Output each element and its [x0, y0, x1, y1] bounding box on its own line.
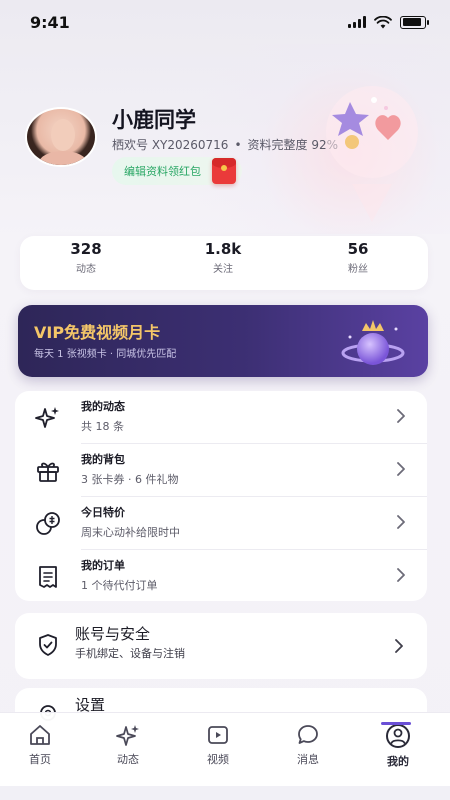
- menu-item-subtitle: 1 个待代付订单: [81, 579, 158, 592]
- avatar[interactable]: [25, 107, 97, 167]
- crown-orb-icon: [341, 320, 405, 365]
- meta-separator: •: [234, 138, 242, 152]
- bottom-safe-area: [0, 786, 450, 800]
- menu-item-title: 我的动态: [81, 400, 125, 413]
- sparkle-icon: [35, 407, 59, 428]
- tab-label: 视频: [207, 753, 229, 766]
- shield-icon: [39, 634, 57, 656]
- edit-profile-chip-label: 编辑资料领红包: [124, 165, 201, 178]
- stat-value: 56: [347, 240, 369, 258]
- chevron-right-icon: [397, 462, 405, 476]
- user-meta: 栖欢号 XY20260716 • 资料完整度 92%: [112, 136, 338, 153]
- account-security-subtitle: 手机绑定、设备与注销: [75, 647, 185, 660]
- menu-item-title: 我的背包: [81, 453, 125, 466]
- menu-card: 我的动态 共 18 条 我的背包 3 张卡券 · 6 件礼物 今日特价 周末心动…: [15, 391, 427, 601]
- menu-item-subtitle: 3 张卡券 · 6 件礼物: [81, 473, 179, 486]
- tab-label: 动态: [117, 753, 139, 766]
- user-id: 栖欢号 XY20260716: [112, 138, 229, 152]
- red-packet-icon[interactable]: [212, 158, 236, 184]
- tab-profile[interactable]: 我的: [363, 723, 433, 769]
- screen: 9:41 小鹿同学 栖欢号 XY20260716 • 资料完整度 92% 编辑资料领…: [0, 0, 450, 800]
- signal-icon: [348, 16, 366, 28]
- stat-followers[interactable]: 56 粉丝: [318, 240, 398, 275]
- vip-title: VIP免费视频月卡: [34, 323, 161, 342]
- stat-value: 328: [70, 240, 102, 258]
- battery-icon: [400, 15, 429, 29]
- stat-following[interactable]: 1.8k 关注: [183, 240, 263, 275]
- chevron-right-icon: [397, 409, 405, 423]
- star-heart-decoration-icon: [326, 86, 418, 222]
- active-tab-indicator: [381, 722, 411, 725]
- menu-item-my-posts[interactable]: 我的动态 共 18 条: [15, 391, 427, 443]
- tab-label: 首页: [29, 753, 51, 766]
- video-icon: [208, 726, 228, 744]
- tab-home[interactable]: 首页: [5, 723, 75, 767]
- wifi-icon: [374, 15, 392, 28]
- stat-label: 动态: [76, 264, 96, 275]
- battery-level: [402, 18, 422, 26]
- stat-label: 关注: [213, 264, 233, 275]
- avatar-shoulder: [39, 151, 87, 165]
- stats-card: 328 动态 1.8k 关注 56 粉丝: [20, 236, 428, 290]
- tab-feed[interactable]: 动态: [93, 723, 163, 767]
- tab-label: 消息: [297, 753, 319, 766]
- tab-messages[interactable]: 消息: [273, 723, 343, 767]
- menu-item-title: 我的订单: [81, 559, 125, 572]
- chevron-right-icon: [397, 515, 405, 529]
- home-icon: [30, 725, 50, 745]
- stat-posts[interactable]: 328 动态: [46, 240, 126, 275]
- tab-label: 我的: [387, 755, 409, 768]
- receipt-icon: [39, 566, 57, 588]
- chevron-right-icon: [397, 568, 405, 582]
- stat-label: 粉丝: [348, 264, 368, 275]
- vip-banner[interactable]: VIP免费视频月卡 每天 1 张视频卡 · 同城优先匹配: [18, 305, 428, 377]
- menu-item-subtitle: 周末心动补给限时中: [81, 526, 180, 539]
- menu-item-my-orders[interactable]: 我的订单 1 个待代付订单: [15, 550, 427, 602]
- status-bar: 9:41: [0, 0, 450, 44]
- chat-icon: [298, 725, 318, 744]
- gift-icon: [37, 462, 59, 482]
- account-security-title: 账号与安全: [75, 625, 151, 643]
- status-icons: [348, 15, 429, 29]
- menu-item-title: 今日特价: [81, 506, 125, 519]
- stat-value: 1.8k: [204, 240, 242, 258]
- chevron-right-icon: [395, 639, 403, 653]
- account-security-item[interactable]: 账号与安全 手机绑定、设备与注销: [15, 613, 427, 679]
- menu-item-subtitle: 共 18 条: [81, 420, 124, 433]
- user-icon: [386, 724, 410, 748]
- menu-item-daily-deals[interactable]: 今日特价 周末心动补给限时中: [15, 497, 427, 549]
- vip-subtitle: 每天 1 张视频卡 · 同城优先匹配: [34, 349, 177, 360]
- user-name: 小鹿同学: [112, 108, 196, 132]
- tab-video[interactable]: 视频: [183, 723, 253, 767]
- menu-item-my-backpack[interactable]: 我的背包 3 张卡券 · 6 件礼物: [15, 444, 427, 496]
- coins-icon: [36, 512, 60, 535]
- sparkle-icon: [116, 725, 139, 746]
- status-time: 9:41: [30, 12, 70, 32]
- avatar-face: [51, 119, 75, 151]
